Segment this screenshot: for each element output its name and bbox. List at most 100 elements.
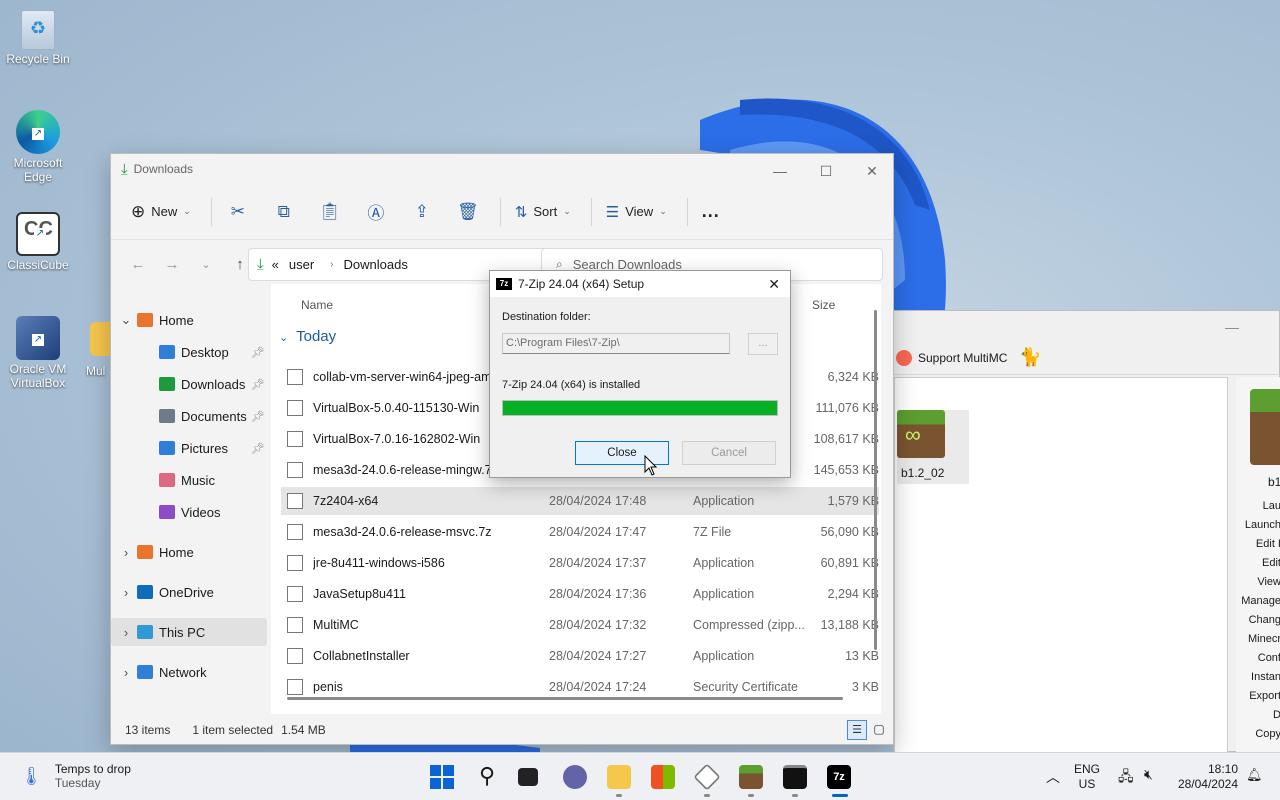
grass-block-icon [1250,389,1280,465]
instance-menu-item[interactable]: D [1241,706,1280,725]
breadcrumb-overflow[interactable]: « [272,257,279,272]
sidebar-item-pictures[interactable]: Pictures 📌︎ [111,434,267,462]
instance-menu-item[interactable]: Chang [1241,611,1280,630]
destination-value: C:\Program Files\7-Zip\ [506,337,620,349]
recent-chevron-icon[interactable]: ⌄ [189,258,223,271]
file-row[interactable]: MultiMC 28/04/2024 17:32 Compressed (zipp.… [281,611,879,639]
support-multimc-button[interactable]: Support MultiMC [918,351,1007,365]
paste-button[interactable]: 📋︎ [310,196,350,228]
breadcrumb-user[interactable]: user [289,257,314,272]
minimize-button[interactable]: — [757,158,803,184]
minimize-icon[interactable]: — [1225,319,1239,335]
desktop-icon-multimc[interactable]: Mul [70,322,110,378]
instance-tile[interactable]: ∞ b1.2_02 [897,410,969,484]
terminal-icon[interactable] [783,765,807,789]
sidebar-item-home[interactable]: ⌄ Home [111,306,267,334]
share-button[interactable]: ⇪ [402,196,442,228]
sidebar-item-onedrive[interactable]: › OneDrive [111,578,267,606]
chevron-right-icon[interactable]: › [119,625,133,640]
file-row[interactable]: 7z2404-x64 28/04/2024 17:48 Application 1,5… [281,487,879,515]
forward-arrow-icon[interactable]: → [155,256,189,273]
tiles-view-icon[interactable]: ▢ [869,720,889,740]
desktop-icon-virtualbox[interactable]: ↗ Oracle VM VirtualBox [0,316,76,390]
java-icon [287,555,303,571]
sidebar-item-music[interactable]: Music [111,466,267,494]
copy-button[interactable]: ⧉ [264,196,304,228]
new-button[interactable]: ⊕ New ⌄ [123,196,199,228]
file-name: 7z2404-x64 [313,494,379,508]
dialog-titlebar[interactable]: 7z 7-Zip 24.04 (x64) Setup ✕ [490,271,790,297]
volume-muted-icon[interactable]: 🔇︎ [1144,766,1153,783]
instance-menu-item[interactable]: Launch [1241,516,1280,535]
language-indicator[interactable]: ENG US [1074,762,1100,792]
breadcrumb-downloads[interactable]: Downloads [344,257,408,272]
instance-menu-item[interactable]: Lau [1241,497,1280,516]
multimc-window[interactable]: — Support MultiMC 🐈 ∞ b1.2_02 b1 Lau Laun… [893,310,1280,753]
vertical-scrollbar[interactable] [874,310,877,650]
sidebar-item-home[interactable]: › Home [111,538,267,566]
chat-icon[interactable] [563,765,587,789]
close-icon[interactable]: ✕ [768,276,780,293]
view-icon: ☰ [605,203,620,221]
instance-menu-item[interactable]: Manage [1241,592,1280,611]
instance-menu-item[interactable]: Edit [1241,554,1280,573]
start-button[interactable] [430,765,454,789]
chevron-right-icon[interactable]: › [119,545,133,560]
instance-menu-item[interactable]: Copy [1241,725,1280,744]
clock[interactable]: 18:10 28/04/2024 [1172,762,1238,792]
chevron-down-icon[interactable]: ⌄ [119,312,133,328]
sidebar-item-this-pc[interactable]: › This PC [111,618,267,646]
group-label: Today [296,328,337,345]
file-explorer-icon[interactable] [607,765,631,789]
view-button[interactable]: ☰ View ⌄ [598,196,675,228]
file-row[interactable]: JavaSetup8u411 28/04/2024 17:36 Applicatio… [281,580,879,608]
details-view-icon[interactable]: ☰ [847,720,867,740]
instance-menu-item[interactable]: Export [1241,687,1280,706]
chevron-up-icon[interactable]: ︿ [1046,767,1060,787]
file-size: 108,617 KB [813,432,879,446]
sidebar-item-documents[interactable]: Documents 📌︎ [111,402,267,430]
toolbar-divider [590,197,592,226]
network-icon[interactable]: 🖧 [1118,766,1134,790]
more-options-button[interactable]: ... [694,196,728,228]
maximize-button[interactable]: ☐ [803,158,849,184]
instance-menu-item[interactable]: Edit I [1241,535,1280,554]
desktop-icon-classicube[interactable]: CC ↗ ClassiCube [0,212,76,272]
instance-menu-item[interactable]: Conf [1241,649,1280,668]
desktop-icon-edge[interactable]: ↗ Microsoft Edge [0,110,76,184]
cut-button[interactable]: ✂ [218,196,258,228]
search-icon[interactable]: ⚲ [475,765,499,789]
horizontal-scrollbar[interactable] [287,697,843,700]
task-view-icon[interactable] [518,768,538,786]
microsoft-store-icon[interactable] [651,765,675,789]
chevron-right-icon[interactable]: › [119,665,133,680]
column-header-name[interactable]: Name [301,298,333,312]
back-arrow-icon[interactable]: ← [121,256,155,273]
file-row[interactable]: jre-8u411-windows-i586 28/04/2024 17:37 Ap… [281,549,879,577]
sidebar-item-downloads[interactable]: Downloads 📌︎ [111,370,267,398]
virtualbox-icon[interactable] [693,763,721,791]
sidebar-item-desktop[interactable]: Desktop 📌︎ [111,338,267,366]
column-header-size[interactable]: Size [812,298,835,312]
instance-menu-item[interactable]: Instan [1241,668,1280,687]
sidebar-item-videos[interactable]: Videos [111,498,267,526]
chevron-right-icon[interactable]: › [119,585,133,600]
group-header-today[interactable]: ⌄ Today [279,328,336,345]
weather-widget[interactable]: 🌡︎ Temps to drop Tuesday [20,762,131,790]
multimc-icon[interactable] [739,765,763,789]
sidebar-item-network[interactable]: › Network [111,658,267,686]
instance-menu-item[interactable]: Minecr [1241,630,1280,649]
rename-button[interactable]: Ⓐ [356,196,396,228]
sort-button[interactable]: ⇅ Sort ⌄ [507,196,579,228]
close-window-button[interactable]: ✕ [849,158,895,184]
file-row[interactable]: mesa3d-24.0.6-release-msvc.7z 28/04/2024 … [281,518,879,546]
running-indicator [832,794,848,797]
instance-menu-item[interactable]: View [1241,573,1280,592]
setup-dialog[interactable]: 7z 7-Zip 24.04 (x64) Setup ✕ Destination… [489,270,791,478]
notification-icon[interactable]: 🔔︎ [1246,767,1263,783]
7zip-taskbar-icon[interactable]: 7z [827,765,851,789]
file-row[interactable]: CollabnetInstaller 28/04/2024 17:27 Applic… [281,642,879,670]
delete-button[interactable]: 🗑︎ [448,196,488,228]
classicube-icon: CC ↗ [16,212,60,256]
desktop-icon-recycle-bin[interactable]: ♻ Recycle Bin [0,10,76,66]
